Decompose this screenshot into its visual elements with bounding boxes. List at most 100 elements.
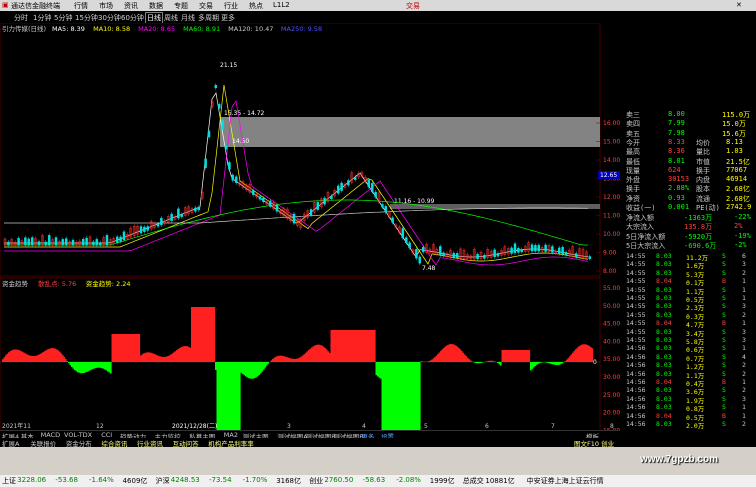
candle-body (404, 237, 408, 244)
indicator-bar (156, 355, 159, 362)
indicator-bar (62, 354, 64, 362)
period-60min[interactable]: 60分钟 (121, 13, 144, 23)
period-5min[interactable]: 5分钟 (54, 13, 72, 23)
tick-cell: 14:55 (626, 302, 646, 311)
indicator-bar (434, 357, 436, 362)
tick-cell: S (722, 386, 726, 395)
tick-cell: 14:56 (626, 352, 646, 361)
indicator-bar (170, 354, 172, 362)
indicator-bar (108, 362, 111, 373)
indicator-bar (33, 355, 36, 362)
tick-cell: 1 (742, 294, 746, 302)
menu-industry[interactable]: 行业 (224, 1, 238, 11)
period-more[interactable]: 更多 (221, 13, 235, 23)
close-icon[interactable]: ✕ (736, 1, 742, 9)
tick-cell: 8.03 (656, 252, 672, 260)
tick-cell: 14:55 (626, 277, 646, 286)
indicator-bar (527, 350, 529, 362)
indicator-bar (98, 362, 100, 368)
period-15min[interactable]: 15分钟 (75, 13, 98, 23)
tick-cell: S (722, 294, 726, 302)
menu-news[interactable]: 资讯 (124, 1, 138, 11)
indicator-bar (231, 362, 234, 437)
indicator-bar (516, 350, 519, 362)
indicator-bar (261, 362, 264, 372)
quote-cell: 8.36 (668, 147, 685, 156)
indicator-bar (36, 355, 39, 362)
indicator-bar (429, 360, 432, 362)
period-30min[interactable]: 30分钟 (98, 13, 121, 23)
indicator-bar (3, 357, 6, 362)
menu-data[interactable]: 数据 (149, 1, 163, 11)
quote-cell: PE(动) (696, 204, 720, 212)
indicator-bar (161, 356, 163, 362)
tick-row: 14:55 8.03 3.4万 S 3 (626, 328, 754, 338)
indicator-bar (476, 362, 478, 364)
kline-chart[interactable]: 引力传媒(日线) MA5: 8.39 MA10: 8.58 MA20: 8.65 MA… (0, 22, 620, 437)
indicator-bar (191, 307, 193, 362)
tick-row: 14:55 8.04 0.1万 B 1 (626, 277, 754, 287)
menu-hot[interactable]: 热点 (249, 1, 263, 11)
indicator-bar (501, 350, 504, 362)
indicator-bar (375, 362, 378, 376)
indicator-bar (297, 358, 300, 362)
indicator-bar (497, 362, 499, 364)
indicator-bar (486, 361, 489, 362)
indicator-bar (293, 358, 295, 362)
indicator-bar (167, 356, 169, 362)
index-cell: -53.68 (55, 476, 78, 484)
indicator-zero: 0 (593, 359, 597, 366)
indicator-bar (213, 307, 216, 362)
tick-cell: 14:55 (626, 294, 646, 302)
trade-button[interactable]: 交易 (406, 1, 420, 11)
indicator-bar (405, 362, 408, 432)
index-strip: 上证 3228.06 -53.68 -1.64% 4609亿 沪深 4248.53 -73.5… (0, 475, 756, 487)
tick-cell: 3 (742, 260, 746, 269)
indicator-bar (569, 356, 571, 362)
indicator-bar (179, 347, 181, 362)
indicator-bar (465, 356, 468, 362)
chart-area[interactable]: 引力传媒(日线) MA5: 8.39 MA10: 8.58 MA20: 8.65 MA… (0, 22, 620, 446)
indicator-bar (237, 362, 240, 437)
indicator-axis-label: 30.00 (603, 374, 620, 381)
indicator-bar (50, 348, 52, 362)
indicator-bar (9, 351, 12, 362)
indicator-bar (225, 362, 228, 437)
period-monthly[interactable]: 月线 (181, 13, 195, 23)
tick-cell: 8.03 (656, 310, 672, 319)
indicator-bar (524, 350, 526, 362)
indicator-bar (443, 347, 445, 362)
indicator-bar (492, 360, 495, 362)
menu-topic[interactable]: 专题 (174, 1, 188, 11)
indicator-bar (102, 362, 105, 369)
tick-cell: S (722, 268, 726, 277)
indicator-bar (333, 330, 336, 362)
indicator-bar (584, 344, 586, 362)
candle-body (170, 213, 173, 222)
quote-cell: 8.00 (668, 110, 685, 118)
period-multi[interactable]: 多周期 (198, 13, 219, 23)
x-axis-label: 12 (96, 423, 104, 430)
indicator-bar (80, 362, 82, 374)
indicator-bar (224, 362, 226, 437)
menu-trade[interactable]: 交易 (199, 1, 213, 11)
indicator-bar (461, 350, 463, 362)
tick-cell: 14:56 (626, 344, 646, 353)
indicator-bar (329, 353, 331, 362)
menu-market2[interactable]: 市场 (99, 1, 113, 11)
indicator-bar (14, 349, 16, 362)
indicator-bar (182, 346, 184, 362)
period-weekly[interactable]: 周线 (164, 13, 178, 23)
period-1min[interactable]: 1分钟 (33, 13, 51, 23)
period-intraday[interactable]: 分时 (14, 13, 28, 23)
tick-cell: 8.03 (656, 403, 672, 412)
menu-level[interactable]: L1L2 (273, 1, 290, 9)
tick-cell: 2.0万 (686, 422, 705, 430)
menu-market[interactable]: 行情 (74, 1, 88, 11)
indicator-bar (539, 362, 541, 364)
indicator-bar (30, 355, 33, 362)
tick-cell: 8.03 (656, 386, 672, 395)
tick-cell: B (722, 411, 726, 420)
candle-body (177, 208, 180, 219)
indicator-bar (440, 350, 442, 362)
